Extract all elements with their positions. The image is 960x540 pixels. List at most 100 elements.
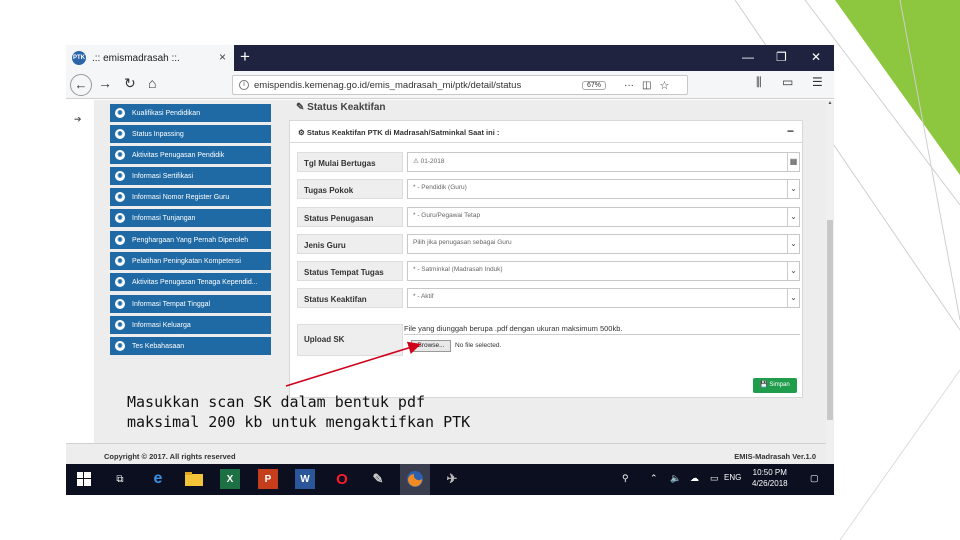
excel-icon[interactable]: X bbox=[220, 469, 240, 489]
task-view-icon[interactable]: ⧉ bbox=[110, 469, 130, 489]
file-status: No file selected. bbox=[455, 342, 502, 349]
field-row: Status Tempat Tugas * - Satminkal (Madra… bbox=[297, 261, 800, 281]
forward-icon[interactable]: → bbox=[98, 75, 112, 91]
logout-icon[interactable]: ➔ bbox=[74, 114, 82, 125]
menu-item-aktivitas-kependidikan[interactable]: ◉ Aktivitas Penugasan Tenaga Kependid... bbox=[110, 273, 271, 291]
calendar-icon[interactable]: ▦ bbox=[787, 153, 799, 171]
volume-icon[interactable]: 🔈 bbox=[670, 473, 681, 484]
upload-hint: File yang diunggah berupa .pdf dengan uk… bbox=[404, 324, 623, 333]
menu-item-aktivitas-pendidik[interactable]: ◉ Aktivitas Penugasan Pendidik bbox=[110, 146, 271, 164]
field-value: * - Satminkal (Madrasah Induk) bbox=[413, 266, 503, 273]
reload-icon[interactable]: ↻ bbox=[124, 75, 136, 92]
menu-bullet-icon: ◉ bbox=[115, 235, 125, 245]
people-icon[interactable]: ⚲ bbox=[622, 473, 629, 484]
field-value: * - Guru/Pegawai Tetap bbox=[413, 212, 481, 219]
menu-item-pelatihan[interactable]: ◉ Pelatihan Peningkatan Kompetensi bbox=[110, 252, 271, 270]
menu-bullet-icon: ◉ bbox=[115, 213, 125, 223]
sidebar-toggle-icon[interactable]: ▭ bbox=[782, 75, 793, 89]
menu-item-label: Informasi Tempat Tinggal bbox=[132, 300, 211, 308]
app-icon-2[interactable]: ✈ bbox=[442, 469, 462, 489]
close-tab-icon[interactable]: × bbox=[219, 50, 226, 64]
menu-bullet-icon: ◉ bbox=[115, 108, 125, 118]
menu-item-label: Informasi Nomor Register Guru bbox=[132, 193, 230, 201]
zoom-badge[interactable]: 67% bbox=[582, 80, 607, 90]
opera-icon[interactable]: O bbox=[332, 469, 352, 489]
collapse-icon[interactable]: − bbox=[787, 124, 794, 138]
menu-item-inpassing[interactable]: ◉ Status Inpassing bbox=[110, 125, 271, 143]
firefox-icon[interactable] bbox=[405, 469, 425, 489]
page-footer: Copyright © 2017. All rights reserved EM… bbox=[66, 443, 826, 465]
field-label: Status Tempat Tugas bbox=[297, 261, 403, 281]
menu-item-label: Aktivitas Penugasan Pendidik bbox=[132, 151, 225, 159]
edge-icon[interactable]: e bbox=[148, 469, 168, 489]
menu-bullet-icon: ◉ bbox=[115, 129, 125, 139]
powerpoint-icon[interactable]: P bbox=[258, 469, 278, 489]
close-window-button[interactable]: ✕ bbox=[811, 50, 821, 64]
status-icon: ✎ bbox=[296, 102, 308, 113]
menu-item-keluarga[interactable]: ◉ Informasi Keluarga bbox=[110, 316, 271, 334]
tab-bar: PTK .:: emismadrasah ::. × + — ❐ ✕ bbox=[66, 45, 834, 71]
scrollbar[interactable]: ▲ bbox=[826, 100, 834, 464]
select-status-penugasan[interactable]: * - Guru/Pegawai Tetap ⌄ bbox=[407, 207, 800, 227]
language-indicator[interactable]: ENG bbox=[724, 473, 741, 482]
clock[interactable]: 10:50 PM 4/26/2018 bbox=[752, 467, 788, 489]
menu-bullet-icon: ◉ bbox=[115, 341, 125, 351]
pocket-icon[interactable]: ◫ bbox=[642, 80, 651, 91]
windows-start-icon[interactable] bbox=[74, 469, 94, 489]
save-label: Simpan bbox=[769, 382, 790, 388]
address-bar[interactable]: i emispendis.kemenag.go.id/emis_madrasah… bbox=[232, 75, 688, 95]
library-icon[interactable]: ⫼ bbox=[756, 75, 762, 90]
select-status-keaktifan[interactable]: * - Aktif ⌄ bbox=[407, 288, 800, 308]
back-icon[interactable]: ← bbox=[70, 74, 92, 96]
menu-item-sertifikasi[interactable]: ◉ Informasi Sertifikasi bbox=[110, 167, 271, 185]
field-row: Tugas Pokok * - Pendidik (Guru) ⌄ bbox=[297, 179, 800, 199]
chevron-down-icon: ⌄ bbox=[787, 180, 799, 198]
nav-bar: ← → ↻ ⌂ i emispendis.kemenag.go.id/emis_… bbox=[66, 71, 834, 99]
bookmark-star-icon[interactable]: ☆ bbox=[659, 79, 669, 92]
menu-bullet-icon: ◉ bbox=[115, 299, 125, 309]
file-explorer-icon[interactable] bbox=[184, 469, 204, 489]
field-label: Jenis Guru bbox=[297, 234, 403, 254]
word-icon[interactable]: W bbox=[295, 469, 315, 489]
date-input[interactable]: ⚠ 01-2018 ▦ bbox=[407, 152, 800, 172]
menu-item-kualifikasi[interactable]: ◉ Kualifikasi Pendidikan bbox=[110, 104, 271, 122]
notification-icon[interactable]: ▢ bbox=[810, 473, 819, 484]
slide: PTK .:: emismadrasah ::. × + — ❐ ✕ ← → ↻… bbox=[0, 0, 960, 540]
warning-icon: ⚠ bbox=[413, 158, 421, 165]
menu-bullet-icon: ◉ bbox=[115, 320, 125, 330]
save-button[interactable]: 💾 Simpan bbox=[753, 378, 797, 393]
scroll-thumb[interactable] bbox=[827, 220, 833, 420]
panel-header: ⚙ Status Keaktifan PTK di Madrasah/Satmi… bbox=[290, 121, 802, 143]
menu-item-kebahasaan[interactable]: ◉ Tes Kebahasaan bbox=[110, 337, 271, 355]
restore-button[interactable]: ❐ bbox=[776, 50, 787, 64]
menu-item-penghargaan[interactable]: ◉ Penghargaan Yang Pernah Diperoleh bbox=[110, 231, 271, 249]
menu-item-label: Informasi Sertifikasi bbox=[132, 172, 194, 180]
page-actions-icon[interactable]: ··· bbox=[624, 80, 634, 91]
scroll-up-icon[interactable]: ▲ bbox=[826, 100, 834, 108]
menu-item-label: Status Inpassing bbox=[132, 130, 184, 138]
url-text: emispendis.kemenag.go.id/emis_madrasah_m… bbox=[254, 79, 522, 91]
menu-item-label: Kualifikasi Pendidikan bbox=[132, 109, 201, 117]
field-row: Tgl Mulai Bertugas ⚠ 01-2018 ▦ bbox=[297, 152, 800, 172]
new-tab-button[interactable]: + bbox=[240, 47, 250, 67]
chevron-up-icon[interactable]: ⌃ bbox=[650, 473, 658, 484]
app-icon[interactable]: ✎ bbox=[368, 469, 388, 489]
browse-button[interactable]: Browse... bbox=[411, 340, 451, 352]
minimize-button[interactable]: — bbox=[742, 50, 754, 64]
network-icon[interactable]: ☁ bbox=[690, 473, 699, 484]
version: EMIS-Madrasah Ver.1.0 bbox=[734, 452, 816, 461]
menu-bullet-icon: ◉ bbox=[115, 192, 125, 202]
battery-icon[interactable]: ▭ bbox=[710, 473, 719, 484]
field-row: Jenis Guru Pilih jika penugasan sebagai … bbox=[297, 234, 800, 254]
select-status-tempat-tugas[interactable]: * - Satminkal (Madrasah Induk) ⌄ bbox=[407, 261, 800, 281]
menu-item-tempat-tinggal[interactable]: ◉ Informasi Tempat Tinggal bbox=[110, 295, 271, 313]
menu-icon[interactable]: ☰ bbox=[812, 75, 823, 89]
menu-item-register-guru[interactable]: ◉ Informasi Nomor Register Guru bbox=[110, 188, 271, 206]
select-jenis-guru[interactable]: Pilih jika penugasan sebagai Guru ⌄ bbox=[407, 234, 800, 254]
home-icon[interactable]: ⌂ bbox=[148, 75, 156, 91]
info-icon[interactable]: i bbox=[239, 80, 249, 90]
chevron-down-icon: ⌄ bbox=[787, 208, 799, 226]
menu-item-tunjangan[interactable]: ◉ Informasi Tunjangan bbox=[110, 209, 271, 227]
browser-tab[interactable]: PTK .:: emismadrasah ::. × bbox=[66, 45, 234, 71]
select-tugas-pokok[interactable]: * - Pendidik (Guru) ⌄ bbox=[407, 179, 800, 199]
